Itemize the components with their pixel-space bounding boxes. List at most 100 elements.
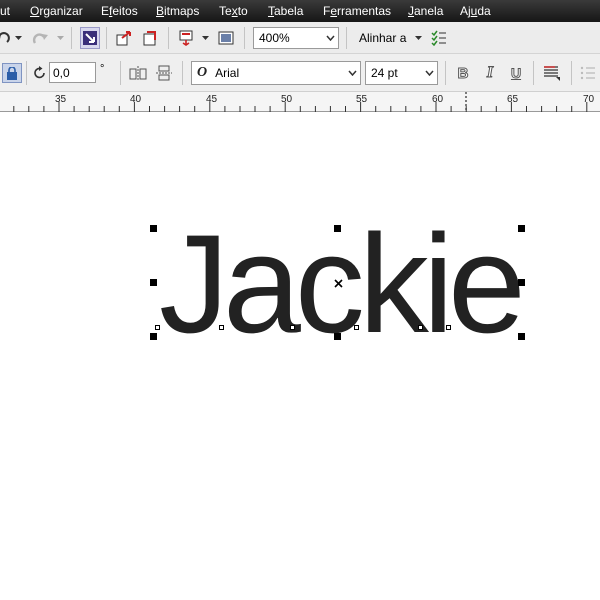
zoom-level-value: 400% [259,31,290,45]
options-button[interactable] [430,28,448,48]
rotation-icon-wrap [32,64,48,82]
publish-icon [143,31,156,46]
menu-layout[interactable]: ut [0,4,10,18]
redo-dropdown-arrow[interactable] [55,32,65,44]
property-bar: 0,0 ° O Arial 24 pt B I U [0,54,600,92]
text-align-icon [544,66,560,81]
character-node[interactable] [155,325,160,330]
font-size-value: 24 pt [371,66,398,80]
ruler-label: 45 [206,94,218,105]
mirror-horizontal-icon [129,66,147,80]
mirror-vertical-button[interactable] [154,63,174,83]
ruler-label: 50 [281,94,293,105]
character-node[interactable] [354,325,359,330]
font-name-value: Arial [215,66,240,80]
ruler-label: 35 [55,94,67,105]
chevron-down-icon [14,36,22,40]
menu-ajuda[interactable]: Ajuda [460,4,491,18]
underline-icon: U [510,65,522,82]
italic-button[interactable]: I [480,63,500,83]
zoom-level-combo[interactable]: 400% [253,27,339,49]
drawing-canvas[interactable]: Jackie [0,113,600,600]
lock-icon [7,66,17,80]
import-button[interactable] [80,27,100,49]
redo-icon [32,33,48,44]
chevron-down-icon [322,28,338,48]
export-button[interactable] [114,28,134,48]
rotation-angle-field[interactable]: 0,0 [49,62,96,83]
toolbar-separator [346,27,347,49]
selection-center-marker[interactable] [334,279,343,288]
text-align-button[interactable] [541,63,563,83]
character-node[interactable] [418,325,423,330]
selection-handle-top-center[interactable] [334,225,341,232]
launcher-button[interactable] [176,28,196,48]
underline-button[interactable]: U [506,63,526,83]
font-size-combo[interactable]: 24 pt [365,61,438,85]
selection-handle-bottom-center[interactable] [334,333,341,340]
selection-handle-middle-right[interactable] [518,279,525,286]
launcher-icon [179,30,193,46]
selection-handle-bottom-right[interactable] [518,333,525,340]
menu-ferramentas[interactable]: Ferramentas [323,4,391,18]
chevron-down-icon [414,36,422,40]
selection-handle-middle-left[interactable] [150,279,157,286]
font-name-combo[interactable]: O Arial [191,61,361,85]
undo-dropdown-arrow[interactable] [13,32,23,44]
horizontal-ruler[interactable]: 35 40 45 50 55 60 65 70 [0,92,600,112]
publish-button[interactable] [140,28,160,48]
align-to-label[interactable]: Alinhar a [359,31,406,45]
import-icon [83,31,97,45]
character-node[interactable] [290,325,295,330]
ruler-label: 70 [583,94,595,105]
menu-janela[interactable]: Janela [408,4,443,18]
chevron-down-icon [56,36,64,40]
rotate-icon [34,66,45,79]
mirror-vertical-icon [156,65,172,81]
toolbar-separator [182,61,183,85]
toolbar-separator [571,61,572,85]
redo-button[interactable] [30,28,50,48]
selection-handle-top-right[interactable] [518,225,525,232]
bullet-list-icon [580,66,595,80]
menu-organizar[interactable]: Organizar [30,4,83,18]
chevron-down-icon [421,62,437,84]
chevron-down-icon [201,36,209,40]
undo-button[interactable] [0,28,12,48]
italic-icon: I [486,64,494,82]
welcome-screen-button[interactable] [216,28,236,48]
mirror-horizontal-button[interactable] [128,63,148,83]
undo-icon [0,32,10,43]
character-node[interactable] [446,325,451,330]
rotation-angle-value: 0,0 [53,65,70,80]
toolbar-separator [168,27,169,49]
toolbar-separator [26,61,27,85]
menu-tabela[interactable]: Tabela [268,4,303,18]
menu-efeitos[interactable]: Efeitos [101,4,138,18]
selection-handle-top-left[interactable] [150,225,157,232]
opentype-font-icon: O [197,65,208,80]
toolbar-separator [71,27,72,49]
toolbar-separator [244,27,245,49]
options-checklist-icon [431,30,446,46]
ruler-label: 60 [432,94,444,105]
bold-button[interactable]: B [453,63,473,83]
ruler-label: 65 [507,94,519,105]
toolbar-separator [533,61,534,85]
export-icon [116,31,131,46]
toolbar-separator [106,27,107,49]
menu-bar: ut Organizar Efeitos Bitmaps Texto Tabel… [0,0,600,22]
bullet-list-button[interactable] [578,63,598,83]
standard-toolbar: 400% Alinhar a [0,22,600,54]
selection-handle-bottom-left[interactable] [150,333,157,340]
menu-texto[interactable]: Texto [219,4,248,18]
ruler-label: 55 [356,94,368,105]
character-node[interactable] [219,325,224,330]
launcher-dropdown-arrow[interactable] [200,32,210,44]
toolbar-separator [445,61,446,85]
bold-icon: B [457,64,469,82]
align-to-dropdown-arrow[interactable] [413,32,423,44]
menu-bitmaps[interactable]: Bitmaps [156,4,199,18]
ruler-label: 40 [130,94,142,105]
lock-ratio-button[interactable] [2,63,22,83]
